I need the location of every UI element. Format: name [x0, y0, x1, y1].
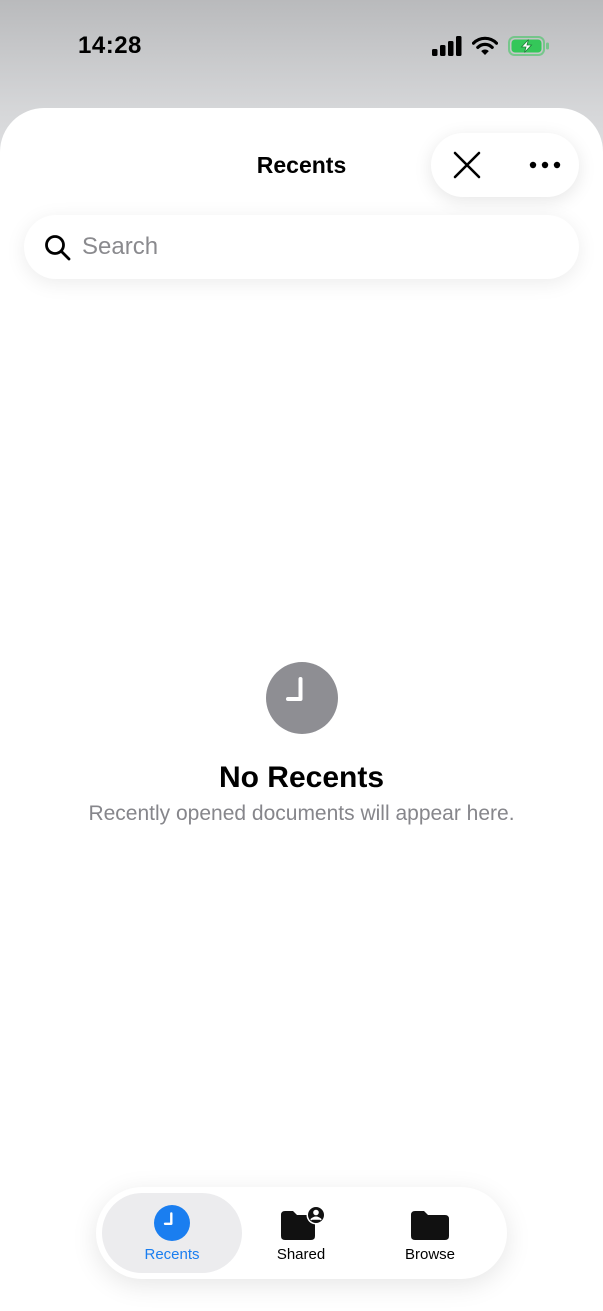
folder-icon [411, 1211, 449, 1240]
cellular-signal-icon [432, 36, 462, 56]
tab-bar: Recents Shared Browse [96, 1187, 507, 1279]
more-button[interactable] [521, 141, 569, 189]
ellipsis-icon [529, 161, 561, 169]
empty-state-title: No Recents [218, 761, 385, 794]
tab-shared[interactable]: Shared [231, 1193, 371, 1273]
status-bar: 14:28 [0, 0, 603, 100]
tab-browse[interactable]: Browse [360, 1193, 500, 1273]
close-button[interactable] [443, 141, 491, 189]
header-controls [431, 133, 579, 197]
search-icon [45, 235, 71, 261]
clock-icon [265, 662, 338, 734]
tab-label: Browse [404, 1246, 456, 1263]
tab-label: Recents [144, 1246, 200, 1263]
search-input[interactable] [82, 225, 552, 269]
status-time: 14:28 [78, 32, 142, 59]
wifi-icon [472, 36, 498, 55]
battery-charging-icon [508, 36, 549, 56]
tab-recents[interactable]: Recents [102, 1193, 242, 1273]
empty-state-subtitle: Recently opened documents will appear he… [88, 802, 515, 825]
search-bar[interactable] [24, 215, 579, 279]
close-icon [453, 151, 481, 179]
clock-icon [154, 1205, 190, 1241]
empty-state: No Recents Recently opened documents wil… [0, 662, 603, 828]
shared-folder-icon [281, 1205, 325, 1240]
tab-label: Shared [276, 1246, 326, 1263]
status-icons [432, 36, 550, 56]
recents-sheet: Recents No Recents Recently opened [0, 108, 603, 1311]
